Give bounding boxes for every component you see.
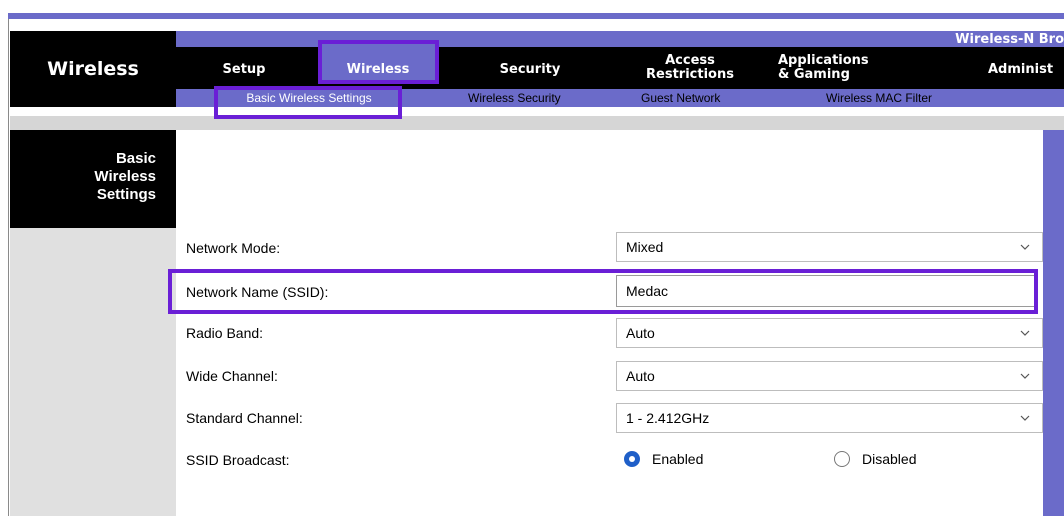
ssid-broadcast-disabled-radio[interactable] <box>834 451 850 467</box>
tab-access-restrictions[interactable]: Access Restrictions <box>630 54 750 82</box>
radio-selected-dot <box>629 456 635 462</box>
ssid-broadcast-label: SSID Broadcast: <box>186 452 290 468</box>
chevron-down-icon <box>1020 373 1030 379</box>
subtab-wireless-security[interactable]: Wireless Security <box>468 91 561 105</box>
right-accent-column <box>1043 130 1064 516</box>
ssid-broadcast-disabled-label[interactable]: Disabled <box>862 451 916 467</box>
nav-spacer <box>10 107 1064 116</box>
side-title-line3: Settings <box>96 186 156 203</box>
side-panel-body <box>10 228 176 516</box>
chevron-down-icon <box>1020 415 1030 421</box>
wide-channel-select[interactable] <box>616 361 1043 391</box>
product-name: Wireless-N Bro <box>955 32 1064 47</box>
side-title-line2: Wireless <box>94 168 156 185</box>
tab-apps-line1: Applications <box>778 53 869 68</box>
network-mode-value: Mixed <box>626 239 664 255</box>
wide-channel-label: Wide Channel: <box>186 368 278 384</box>
tab-administration[interactable]: Administ <box>988 63 1064 77</box>
tab-apps-line2: & Gaming <box>778 67 850 82</box>
tab-applications-gaming[interactable]: Applications & Gaming <box>778 54 898 82</box>
subtab-guest-network[interactable]: Guest Network <box>641 91 720 105</box>
side-title-line1: Basic <box>115 150 156 167</box>
chevron-down-icon <box>1020 244 1030 250</box>
content-top-band <box>10 116 1064 130</box>
main-nav <box>176 47 1064 89</box>
highlight-box-ssid <box>168 269 1038 314</box>
tab-access-line1: Access <box>665 53 715 68</box>
radio-band-select[interactable] <box>616 318 1043 348</box>
network-mode-select[interactable] <box>616 232 1043 262</box>
wide-channel-value: Auto <box>626 368 655 384</box>
highlight-box-basic-settings <box>214 86 402 119</box>
tab-setup[interactable]: Setup <box>212 63 276 77</box>
chevron-down-icon <box>1020 330 1030 336</box>
product-strip <box>176 31 1064 47</box>
ssid-broadcast-enabled-label[interactable]: Enabled <box>652 451 703 467</box>
section-title: Wireless <box>47 58 139 80</box>
standard-channel-value: 1 - 2.412GHz <box>626 410 710 426</box>
highlight-box-wireless-tab <box>318 40 439 84</box>
left-border <box>8 19 9 516</box>
tab-security[interactable]: Security <box>480 63 580 77</box>
side-panel-title: Basic Wireless Settings <box>10 150 156 204</box>
subtab-wireless-mac-filter[interactable]: Wireless MAC Filter <box>826 91 932 105</box>
standard-channel-label: Standard Channel: <box>186 410 303 426</box>
radio-band-label: Radio Band: <box>186 325 264 341</box>
tab-access-line2: Restrictions <box>646 67 734 82</box>
top-gap <box>8 19 1064 31</box>
radio-band-value: Auto <box>626 325 655 341</box>
network-mode-label: Network Mode: <box>186 240 281 256</box>
